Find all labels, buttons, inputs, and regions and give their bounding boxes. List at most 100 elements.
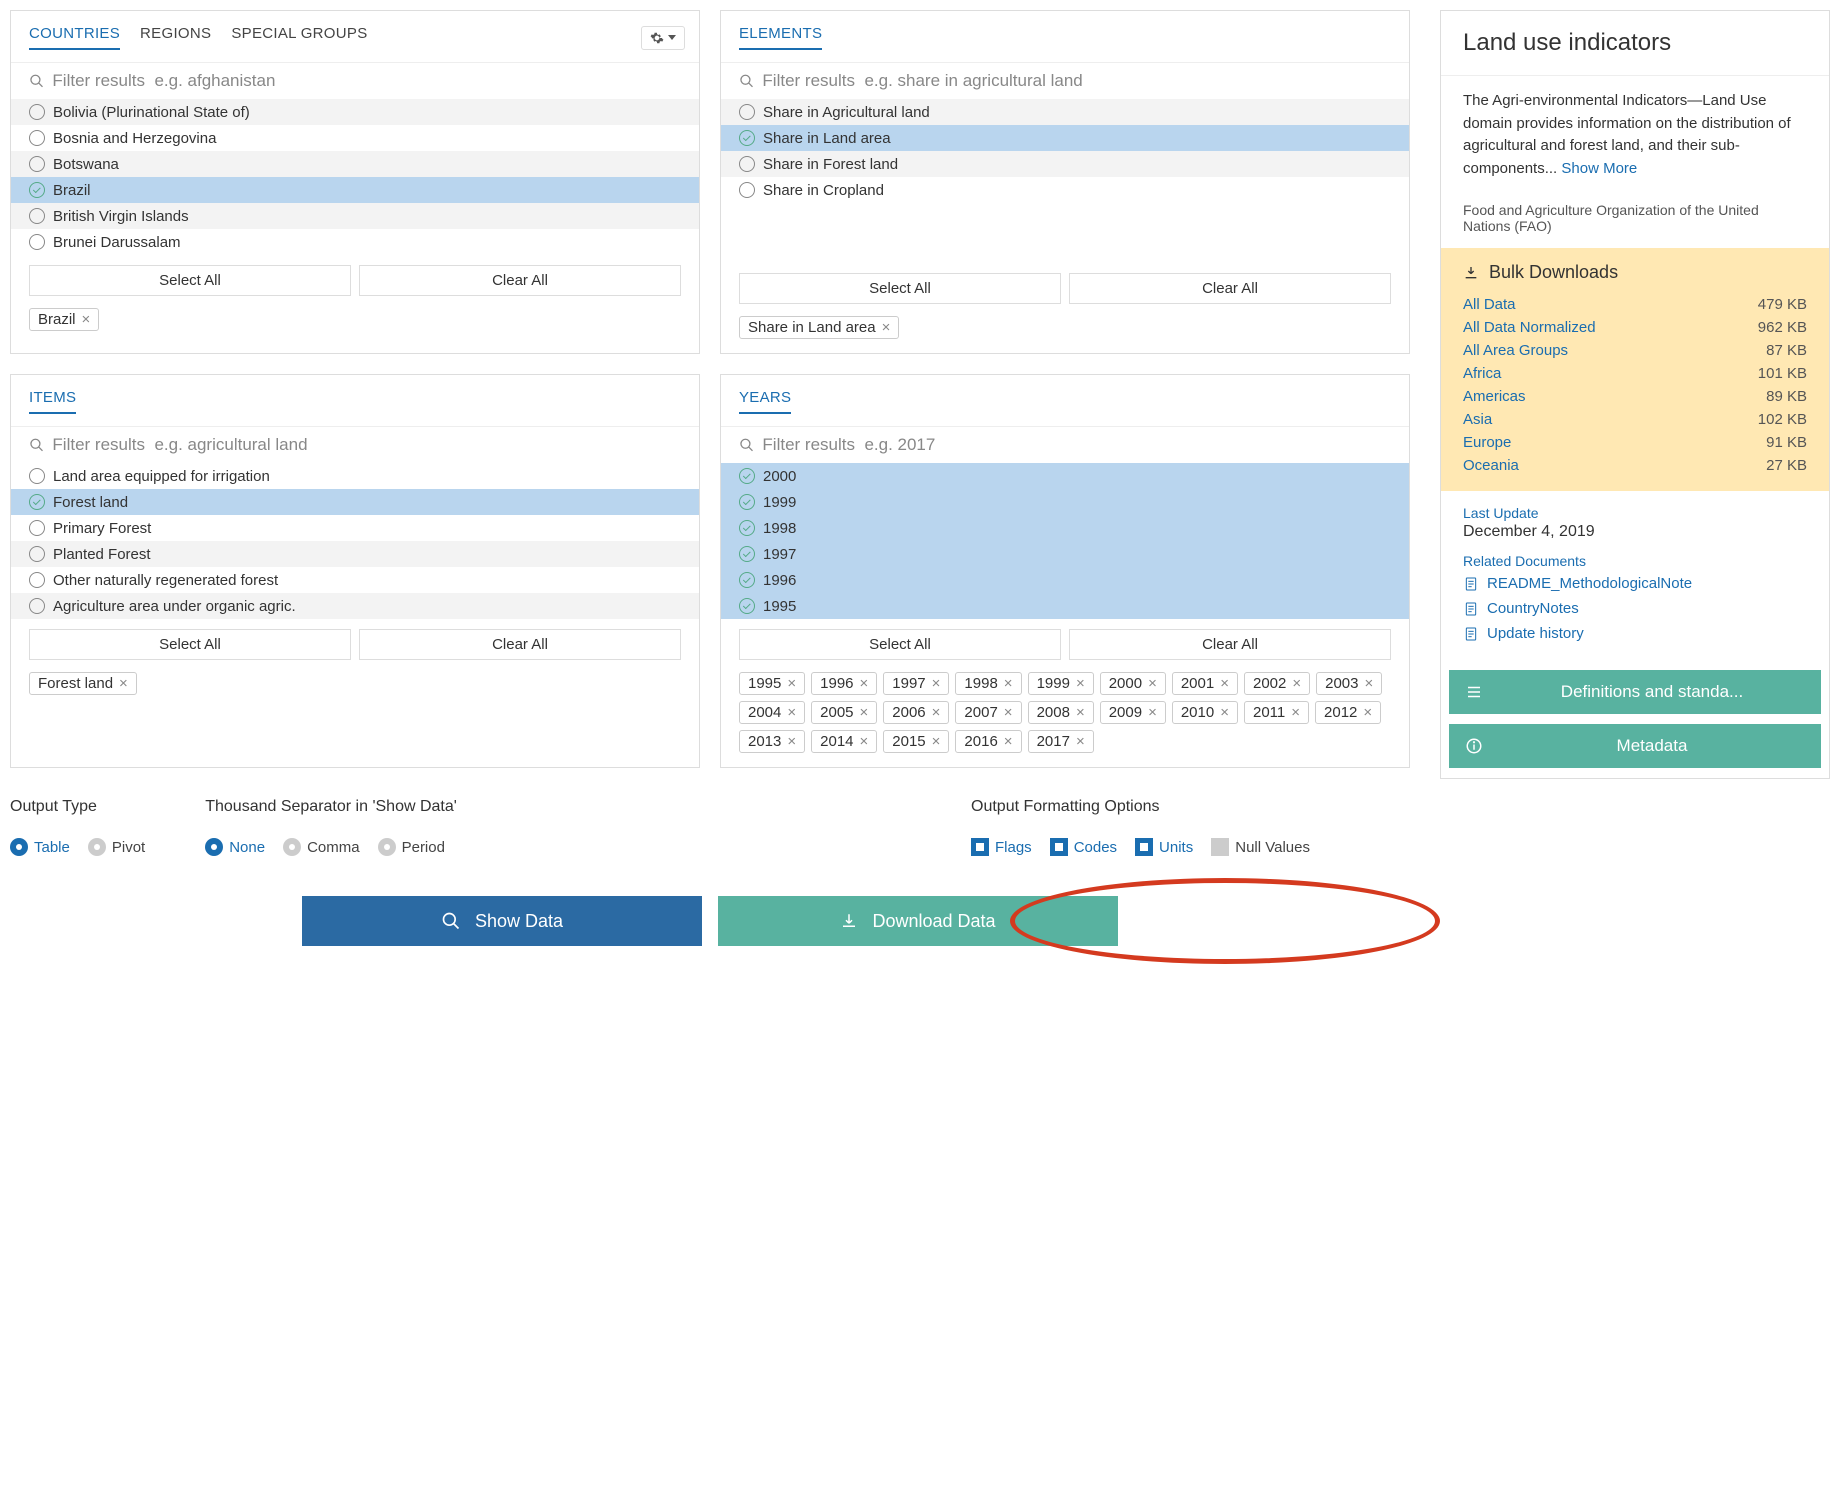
close-icon[interactable]: × <box>1004 675 1013 692</box>
radio-table[interactable]: Table <box>10 838 70 856</box>
close-icon[interactable]: × <box>1365 675 1374 692</box>
elements-filter-input[interactable] <box>762 71 1391 91</box>
chip[interactable]: 2002× <box>1244 672 1310 695</box>
list-item[interactable]: Share in Forest land <box>721 151 1409 177</box>
bulk-download-link[interactable]: Americas <box>1463 388 1526 405</box>
chip[interactable]: 2012× <box>1315 701 1381 724</box>
list-item[interactable]: Brazil <box>11 177 699 203</box>
list-item[interactable]: 1995 <box>721 593 1409 619</box>
chip[interactable]: 2010× <box>1172 701 1238 724</box>
chip[interactable]: Brazil× <box>29 308 99 331</box>
download-data-button[interactable]: Download Data <box>718 896 1118 946</box>
checkbox-flags[interactable]: Flags <box>971 838 1032 856</box>
chip[interactable]: 2014× <box>811 730 877 753</box>
list-item[interactable]: Bolivia (Plurinational State of) <box>11 99 699 125</box>
countries-filter-input[interactable] <box>52 71 681 91</box>
chip[interactable]: 2013× <box>739 730 805 753</box>
chip[interactable]: 2011× <box>1244 701 1309 724</box>
close-icon[interactable]: × <box>1363 704 1372 721</box>
close-icon[interactable]: × <box>860 675 869 692</box>
list-item[interactable]: Share in Land area <box>721 125 1409 151</box>
chip[interactable]: 1995× <box>739 672 805 695</box>
show-more-link[interactable]: Show More <box>1561 160 1637 177</box>
tab-regions[interactable]: REGIONS <box>140 25 211 50</box>
chip[interactable]: 2005× <box>811 701 877 724</box>
chip[interactable]: 2008× <box>1028 701 1094 724</box>
chip[interactable]: 2004× <box>739 701 805 724</box>
close-icon[interactable]: × <box>787 675 796 692</box>
close-icon[interactable]: × <box>1148 675 1157 692</box>
elements-select-all[interactable]: Select All <box>739 273 1061 304</box>
chip[interactable]: 2006× <box>883 701 949 724</box>
close-icon[interactable]: × <box>1220 675 1229 692</box>
items-select-all[interactable]: Select All <box>29 629 351 660</box>
chip[interactable]: 1996× <box>811 672 877 695</box>
close-icon[interactable]: × <box>1076 675 1085 692</box>
list-item[interactable]: Brunei Darussalam <box>11 229 699 255</box>
list-item[interactable]: 2000 <box>721 463 1409 489</box>
metadata-button[interactable]: Metadata <box>1449 724 1821 768</box>
close-icon[interactable]: × <box>860 704 869 721</box>
close-icon[interactable]: × <box>1076 733 1085 750</box>
close-icon[interactable]: × <box>82 311 91 328</box>
chip[interactable]: 2000× <box>1100 672 1166 695</box>
list-item[interactable]: 1996 <box>721 567 1409 593</box>
tab-countries[interactable]: COUNTRIES <box>29 25 120 50</box>
close-icon[interactable]: × <box>1220 704 1229 721</box>
bulk-download-link[interactable]: Africa <box>1463 365 1501 382</box>
doc-link[interactable]: README_MethodologicalNote <box>1487 575 1692 592</box>
radio-none[interactable]: None <box>205 838 265 856</box>
close-icon[interactable]: × <box>787 733 796 750</box>
countries-select-all[interactable]: Select All <box>29 265 351 296</box>
bulk-download-link[interactable]: All Data Normalized <box>1463 319 1596 336</box>
list-item[interactable]: Primary Forest <box>11 515 699 541</box>
chip[interactable]: 1997× <box>883 672 949 695</box>
chip[interactable]: 2016× <box>955 730 1021 753</box>
definitions-button[interactable]: Definitions and standa... <box>1449 670 1821 714</box>
chip[interactable]: 2001× <box>1172 672 1238 695</box>
checkbox-units[interactable]: Units <box>1135 838 1193 856</box>
list-item[interactable]: 1998 <box>721 515 1409 541</box>
radio-period[interactable]: Period <box>378 838 445 856</box>
close-icon[interactable]: × <box>932 733 941 750</box>
doc-link[interactable]: CountryNotes <box>1487 600 1579 617</box>
bulk-download-link[interactable]: Europe <box>1463 434 1511 451</box>
close-icon[interactable]: × <box>1076 704 1085 721</box>
years-clear-all[interactable]: Clear All <box>1069 629 1391 660</box>
radio-pivot[interactable]: Pivot <box>88 838 145 856</box>
list-item[interactable]: Botswana <box>11 151 699 177</box>
chip[interactable]: 2007× <box>955 701 1021 724</box>
tab-items[interactable]: ITEMS <box>29 389 76 414</box>
items-clear-all[interactable]: Clear All <box>359 629 681 660</box>
close-icon[interactable]: × <box>882 319 891 336</box>
chip[interactable]: 2009× <box>1100 701 1166 724</box>
checkbox-codes[interactable]: Codes <box>1050 838 1117 856</box>
close-icon[interactable]: × <box>1004 704 1013 721</box>
list-item[interactable]: Planted Forest <box>11 541 699 567</box>
list-item[interactable]: Share in Cropland <box>721 177 1409 203</box>
gear-icon[interactable] <box>641 26 685 50</box>
close-icon[interactable]: × <box>787 704 796 721</box>
show-data-button[interactable]: Show Data <box>302 896 702 946</box>
list-item[interactable]: Agriculture area under organic agric. <box>11 593 699 619</box>
close-icon[interactable]: × <box>1291 704 1300 721</box>
chip[interactable]: Forest land× <box>29 672 137 695</box>
list-item[interactable]: Land area equipped for irrigation <box>11 463 699 489</box>
tab-years[interactable]: YEARS <box>739 389 791 414</box>
close-icon[interactable]: × <box>1148 704 1157 721</box>
radio-comma[interactable]: Comma <box>283 838 360 856</box>
countries-clear-all[interactable]: Clear All <box>359 265 681 296</box>
chip[interactable]: 2015× <box>883 730 949 753</box>
doc-link[interactable]: Update history <box>1487 625 1584 642</box>
list-item[interactable]: Bosnia and Herzegovina <box>11 125 699 151</box>
close-icon[interactable]: × <box>860 733 869 750</box>
list-item[interactable]: 1997 <box>721 541 1409 567</box>
close-icon[interactable]: × <box>1292 675 1301 692</box>
years-filter-input[interactable] <box>762 435 1391 455</box>
chip[interactable]: 2003× <box>1316 672 1382 695</box>
chip[interactable]: 2017× <box>1028 730 1094 753</box>
bulk-download-link[interactable]: All Data <box>1463 296 1516 313</box>
elements-clear-all[interactable]: Clear All <box>1069 273 1391 304</box>
list-item[interactable]: Share in Agricultural land <box>721 99 1409 125</box>
checkbox-null-values[interactable]: Null Values <box>1211 838 1310 856</box>
